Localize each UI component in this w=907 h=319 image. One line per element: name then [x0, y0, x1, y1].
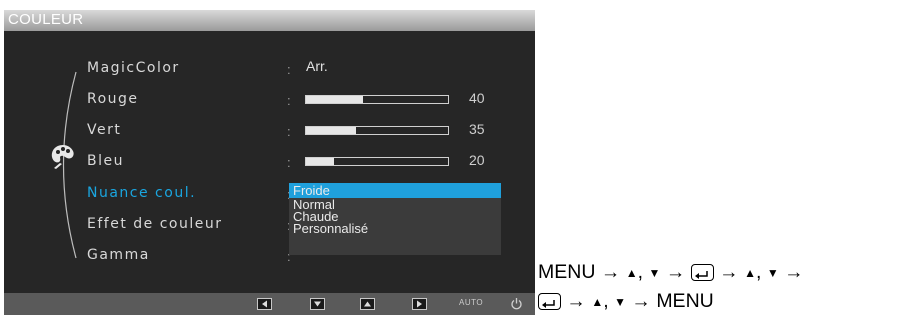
enter-key-icon [690, 264, 714, 282]
bleu-slider-fill [306, 158, 335, 165]
down-arrow-icon [314, 301, 321, 307]
down-arrow-button[interactable] [310, 298, 325, 310]
down-triangle-icon: ▼ [766, 265, 779, 280]
vert-slider[interactable] [305, 126, 449, 135]
left-arrow-icon [262, 300, 267, 308]
bleu-value: 20 [469, 152, 485, 168]
osd-button-bar: AUTO [4, 293, 535, 315]
menu-item-magiccolor[interactable]: MagicColor [87, 60, 180, 76]
navigation-instructions-line2: → ▲, ▼ → MENU [538, 290, 714, 313]
up-triangle-icon: ▲ [625, 265, 638, 280]
colon-separator: : [287, 93, 291, 108]
menu-key-label: MENU [656, 290, 714, 313]
vert-value: 35 [469, 121, 485, 137]
up-triangle-icon: ▲ [744, 265, 756, 280]
colon-separator: : [287, 62, 291, 77]
enter-key-icon [538, 293, 561, 311]
down-triangle-icon: ▼ [614, 294, 626, 309]
magiccolor-value: Arr. [306, 58, 328, 74]
arrow-glyph: → [719, 261, 739, 284]
up-arrow-icon [364, 301, 371, 307]
colon-separator: : [287, 155, 291, 170]
menu-item-nuance-coul[interactable]: Nuance coul. [87, 185, 196, 201]
nuance-dropdown[interactable]: Froide Normal Chaude Personnalisé [289, 183, 501, 255]
menu-item-bleu[interactable]: Bleu [87, 153, 124, 169]
navigation-instructions-line1: MENU → ▲, ▼ → → ▲, ▼ → [538, 261, 804, 284]
comma-separator: , [603, 290, 609, 313]
down-triangle-icon: ▼ [648, 265, 661, 280]
right-arrow-icon [417, 300, 422, 308]
arrow-glyph: → [631, 290, 651, 313]
up-arrow-button[interactable] [360, 298, 375, 310]
rouge-slider-fill [306, 96, 363, 103]
vert-slider-fill [306, 127, 356, 134]
menu-item-effet-de-couleur[interactable]: Effet de couleur [87, 216, 222, 232]
bleu-slider[interactable] [305, 157, 449, 166]
comma-separator: , [637, 261, 644, 284]
comma-separator: , [755, 261, 762, 284]
rouge-slider[interactable] [305, 95, 449, 104]
osd-title: COULEUR [8, 11, 84, 28]
arrow-glyph: → [665, 261, 686, 284]
palette-icon [51, 145, 74, 169]
osd-window: COULEUR MagicColor Rouge Vert Bleu Nuanc… [4, 10, 535, 315]
arrow-glyph: → [784, 261, 804, 284]
power-icon[interactable] [510, 297, 523, 310]
arrow-glyph: → [566, 290, 586, 313]
left-arrow-button[interactable] [257, 298, 272, 310]
arrow-glyph: → [600, 261, 621, 284]
menu-item-vert[interactable]: Vert [87, 122, 121, 138]
dropdown-option-froide[interactable]: Froide [293, 184, 330, 197]
colon-separator: : [287, 124, 291, 139]
osd-title-bar: COULEUR [4, 10, 535, 31]
dropdown-option-personnalise[interactable]: Personnalisé [293, 222, 368, 235]
menu-item-rouge[interactable]: Rouge [87, 91, 139, 107]
up-triangle-icon: ▲ [591, 294, 604, 309]
right-arrow-button[interactable] [412, 298, 427, 310]
menu-item-gamma[interactable]: Gamma [87, 247, 150, 263]
auto-button[interactable]: AUTO [459, 298, 483, 307]
rouge-value: 40 [469, 90, 485, 106]
menu-key-label: MENU [538, 261, 596, 284]
